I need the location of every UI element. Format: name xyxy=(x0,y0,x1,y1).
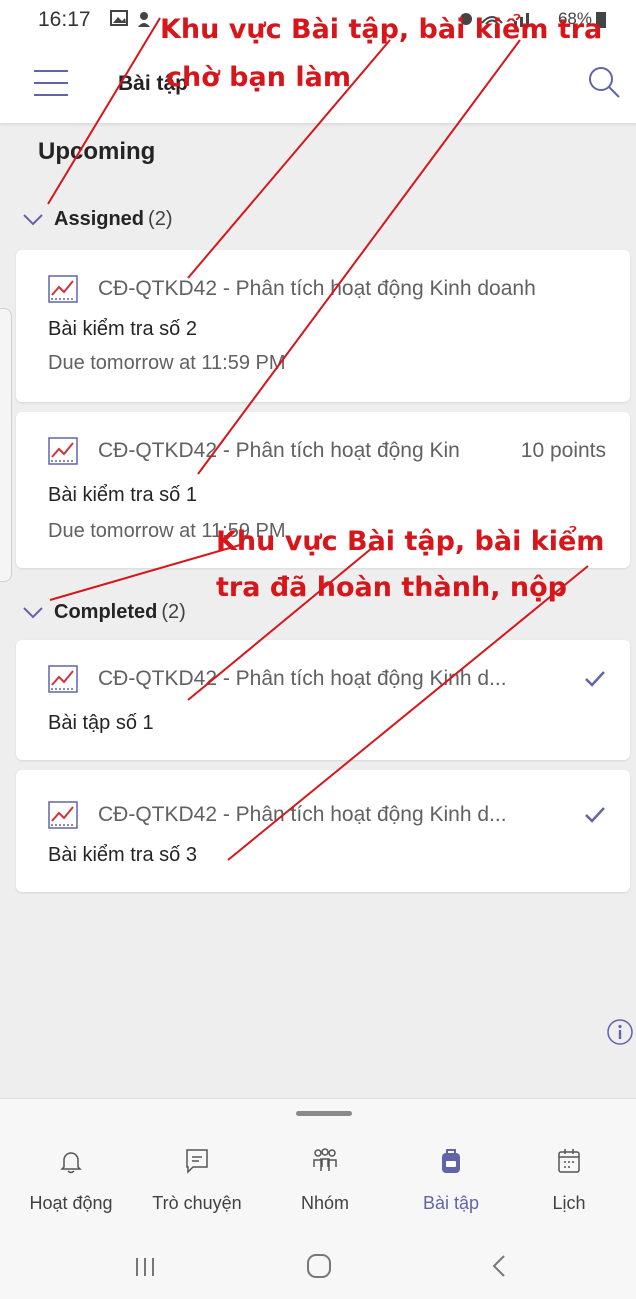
app-bar: Bài tập xyxy=(0,44,636,124)
group-header-completed[interactable]: Completed (2) xyxy=(22,597,186,627)
tab-chat[interactable]: Trò chuyện xyxy=(134,1121,260,1225)
status-bar: 16:17 68% xyxy=(0,0,636,44)
chevron-down-icon xyxy=(23,607,43,619)
tab-assignments[interactable]: Bài tập xyxy=(388,1121,514,1225)
recents-icon xyxy=(136,1258,154,1276)
annotation-completed-line2: tra đã hoàn thành, nộp xyxy=(216,572,567,603)
tab-label: Trò chuyện xyxy=(152,1193,242,1213)
drag-handle[interactable] xyxy=(296,1111,352,1116)
battery-percent: 68% xyxy=(557,9,592,28)
backpack-icon xyxy=(442,1149,460,1173)
course-name: CĐ-QTKD42 - Phân tích hoạt động Kin xyxy=(98,439,460,462)
page-title: Bài tập xyxy=(118,72,189,95)
assignment-title: Bài kiểm tra số 3 xyxy=(48,844,197,866)
assignment-title: Bài kiểm tra số 2 xyxy=(48,318,197,340)
back-icon xyxy=(492,1255,505,1277)
assignment-points: 10 points xyxy=(520,439,606,462)
course-analytics-icon xyxy=(48,665,78,693)
teams-icon xyxy=(313,1148,337,1171)
tab-teams[interactable]: Nhóm xyxy=(262,1121,388,1225)
calendar-icon xyxy=(558,1149,580,1173)
hamburger-line xyxy=(34,82,68,84)
course-row: CĐ-QTKD42 - Phân tích hoạt động Kin 10 p… xyxy=(48,436,606,466)
notification-icons xyxy=(110,9,156,34)
tab-label: Nhóm xyxy=(300,1193,349,1213)
recents-button[interactable] xyxy=(110,1246,180,1286)
tab-label: Bài tập xyxy=(422,1193,480,1213)
course-row: CĐ-QTKD42 - Phân tích hoạt động Kinh d..… xyxy=(48,664,606,694)
course-analytics-icon xyxy=(48,275,78,303)
group-header-assigned[interactable]: Assigned (2) xyxy=(22,204,172,234)
course-analytics-icon xyxy=(48,801,78,829)
assignment-card[interactable]: CĐ-QTKD42 - Phân tích hoạt động Kin 10 p… xyxy=(16,412,630,568)
hamburger-line xyxy=(34,94,68,96)
side-panel-handle[interactable] xyxy=(0,308,12,582)
tab-calendar[interactable]: Lịch xyxy=(506,1121,632,1225)
course-name: CĐ-QTKD42 - Phân tích hoạt động Kinh doa… xyxy=(98,277,536,300)
chevron-down-icon xyxy=(23,214,43,226)
section-title-upcoming: Upcoming xyxy=(38,138,156,165)
assignment-due: Due tomorrow at 11:59 PM xyxy=(48,352,286,374)
assignment-due: Due tomorrow at 11:59 PM xyxy=(48,520,286,542)
assignment-title: Bài kiểm tra số 1 xyxy=(48,484,197,506)
tab-label: Lịch xyxy=(552,1193,586,1213)
search-button[interactable] xyxy=(586,64,622,100)
course-row: CĐ-QTKD42 - Phân tích hoạt động Kinh doa… xyxy=(48,274,606,304)
tab-label: Hoạt động xyxy=(29,1193,113,1213)
group-name: Assigned xyxy=(54,207,145,230)
chat-icon xyxy=(186,1149,208,1174)
course-row: CĐ-QTKD42 - Phân tích hoạt động Kinh d..… xyxy=(48,800,606,830)
gallery-icon xyxy=(110,10,150,27)
bottom-tab-bar: Hoạt động Trò chuyện Nhóm Bài tập Lịch xyxy=(0,1098,636,1232)
search-icon xyxy=(589,67,620,98)
group-count: (2) xyxy=(148,207,173,230)
assignment-card[interactable]: CĐ-QTKD42 - Phân tích hoạt động Kinh doa… xyxy=(16,250,630,402)
home-icon xyxy=(307,1254,331,1278)
completed-card[interactable]: CĐ-QTKD42 - Phân tích hoạt động Kinh d..… xyxy=(16,770,630,892)
completed-card[interactable]: CĐ-QTKD42 - Phân tích hoạt động Kinh d..… xyxy=(16,640,630,760)
tab-activity[interactable]: Hoạt động xyxy=(8,1121,134,1225)
checkmark-icon xyxy=(585,807,605,823)
home-button[interactable] xyxy=(284,1246,354,1286)
group-count: (2) xyxy=(161,600,186,623)
info-button[interactable] xyxy=(606,1018,634,1046)
system-nav-bar xyxy=(0,1232,636,1299)
hamburger-icon xyxy=(34,70,68,72)
group-name: Completed xyxy=(54,600,158,623)
back-button[interactable] xyxy=(464,1246,534,1286)
bell-icon xyxy=(60,1152,82,1174)
course-name: CĐ-QTKD42 - Phân tích hoạt động Kinh d..… xyxy=(98,667,507,690)
info-icon xyxy=(607,1019,633,1045)
course-name: CĐ-QTKD42 - Phân tích hoạt động Kinh d..… xyxy=(98,803,507,826)
battery-indicator: 68% xyxy=(458,9,608,34)
assignment-title: Bài tập số 1 xyxy=(48,712,154,734)
status-time: 16:17 xyxy=(38,8,91,31)
checkmark-icon xyxy=(585,671,605,687)
course-analytics-icon xyxy=(48,437,78,465)
menu-button[interactable] xyxy=(34,70,68,96)
